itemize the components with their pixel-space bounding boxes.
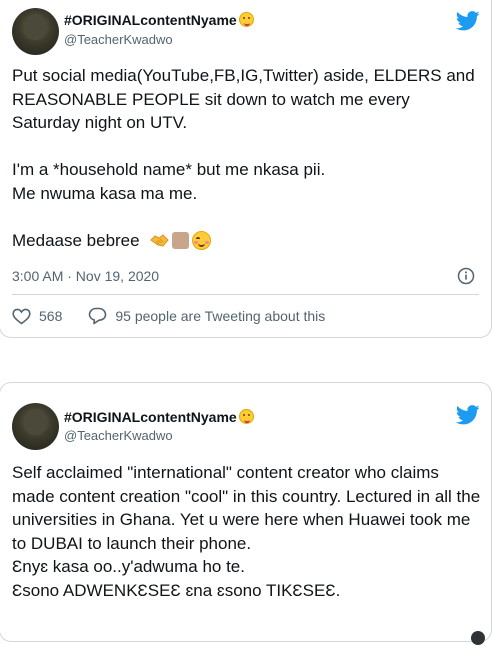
info-icon[interactable] bbox=[457, 267, 475, 285]
twitter-bird-icon[interactable] bbox=[456, 405, 480, 425]
zany-face-emoji bbox=[238, 12, 254, 27]
skin-tone-square-emoji bbox=[172, 231, 190, 249]
divider bbox=[12, 294, 479, 295]
heart-icon bbox=[12, 308, 31, 324]
handle[interactable]: @TeacherKwadwo bbox=[64, 32, 173, 48]
tweet-actions: 568 95 people are Tweeting about this bbox=[12, 307, 325, 325]
tweet-text-content: Put social media(YouTube,FB,IG,Twitter) … bbox=[12, 66, 475, 250]
scroll-indicator bbox=[471, 631, 485, 645]
tweet-text: Put social media(YouTube,FB,IG,Twitter) … bbox=[12, 64, 482, 252]
zany-face-emoji bbox=[238, 409, 254, 424]
display-name-text[interactable]: #ORIGINALcontentNyame bbox=[64, 12, 237, 28]
avatar[interactable] bbox=[12, 403, 59, 450]
display-name[interactable]: #ORIGINALcontentNyame bbox=[64, 408, 254, 426]
handshake-emoji bbox=[150, 232, 170, 249]
speech-bubble-icon bbox=[89, 307, 107, 325]
handle[interactable]: @TeacherKwadwo bbox=[64, 428, 173, 444]
display-name-text[interactable]: #ORIGINALcontentNyame bbox=[64, 409, 237, 425]
tweet-timestamp[interactable]: 3:00 AM · Nov 19, 2020 bbox=[12, 268, 159, 284]
tweet-text: Self acclaimed "international" content c… bbox=[12, 463, 481, 600]
reply-button[interactable]: 95 people are Tweeting about this bbox=[88, 307, 325, 325]
like-count: 568 bbox=[39, 308, 63, 324]
like-button[interactable]: 568 bbox=[12, 308, 62, 325]
smiling-face-emoji bbox=[192, 230, 212, 250]
reply-text: 95 people are Tweeting about this bbox=[115, 308, 326, 324]
avatar[interactable] bbox=[12, 8, 59, 55]
display-name[interactable]: #ORIGINALcontentNyame bbox=[64, 11, 254, 29]
tweet-card[interactable]: #ORIGINALcontentNyame @TeacherKwadwo Sel… bbox=[0, 382, 492, 645]
twitter-bird-icon[interactable] bbox=[456, 11, 480, 31]
tweet-card[interactable]: #ORIGINALcontentNyame @TeacherKwadwo Put… bbox=[0, 0, 492, 338]
